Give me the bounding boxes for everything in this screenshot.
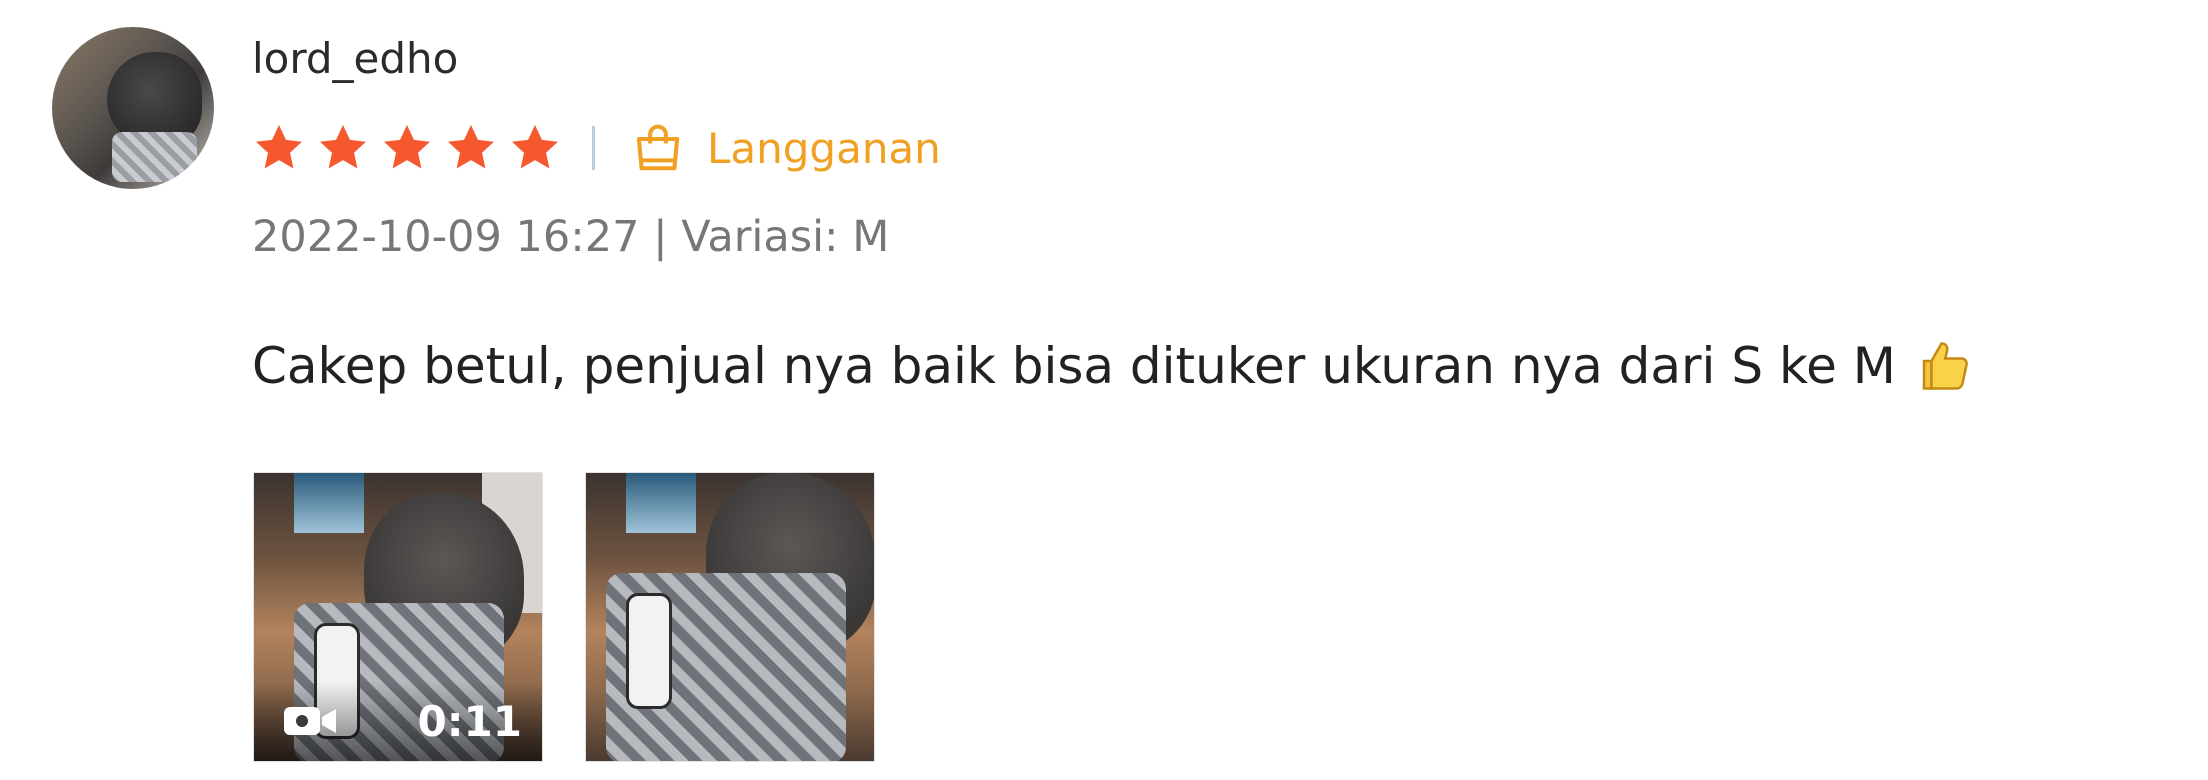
video-overlay: 0:11 bbox=[254, 681, 542, 761]
review-comment: Cakep betul, penjual nya baik bisa dituk… bbox=[252, 336, 1974, 396]
avatar-shirt-photo bbox=[112, 132, 197, 182]
username[interactable]: lord_edho bbox=[252, 34, 458, 83]
review-meta: 2022-10-09 16:27 | Variasi: M bbox=[252, 212, 890, 262]
star-icon bbox=[384, 125, 430, 169]
review-image[interactable] bbox=[585, 472, 875, 762]
review-video[interactable]: 0:11 bbox=[253, 472, 543, 762]
comment-text: Cakep betul, penjual nya baik bisa dituk… bbox=[252, 337, 1896, 395]
badge-label: Langganan bbox=[707, 123, 941, 173]
subscriber-badge: Langganan bbox=[631, 121, 941, 175]
star-icon bbox=[448, 125, 494, 169]
divider bbox=[592, 126, 595, 170]
video-duration: 0:11 bbox=[417, 696, 522, 746]
thumbs-up-icon bbox=[1922, 342, 1968, 390]
rating-row: Langganan bbox=[252, 118, 941, 178]
video-camera-icon bbox=[284, 707, 336, 735]
star-icon bbox=[256, 125, 302, 169]
image-thumbnail bbox=[586, 473, 874, 761]
star-icon bbox=[320, 125, 366, 169]
avatar[interactable] bbox=[52, 27, 214, 189]
shopping-bag-icon bbox=[636, 124, 680, 171]
star-icon bbox=[512, 125, 558, 169]
